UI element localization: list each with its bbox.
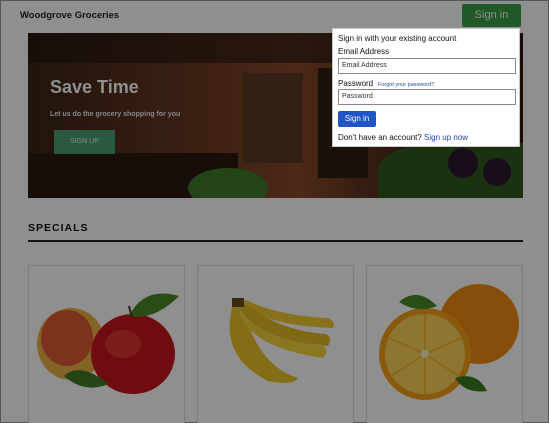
forgot-password-link[interactable]: Forgot your password? (378, 82, 434, 88)
signin-panel: Sign in with your existing account Email… (332, 28, 520, 147)
signin-submit-button[interactable]: Sign in (338, 111, 376, 127)
email-label: Email Address (338, 47, 390, 56)
password-label: Password (338, 79, 374, 88)
signup-link[interactable]: Sign up now (424, 133, 468, 142)
password-field[interactable]: Password (338, 89, 516, 105)
signup-prompt: Don't have an account? Sign up now (338, 133, 468, 142)
signin-panel-heading: Sign in with your existing account (338, 34, 457, 43)
email-field[interactable]: Email Address (338, 58, 516, 74)
no-account-text: Don't have an account? (338, 133, 422, 142)
